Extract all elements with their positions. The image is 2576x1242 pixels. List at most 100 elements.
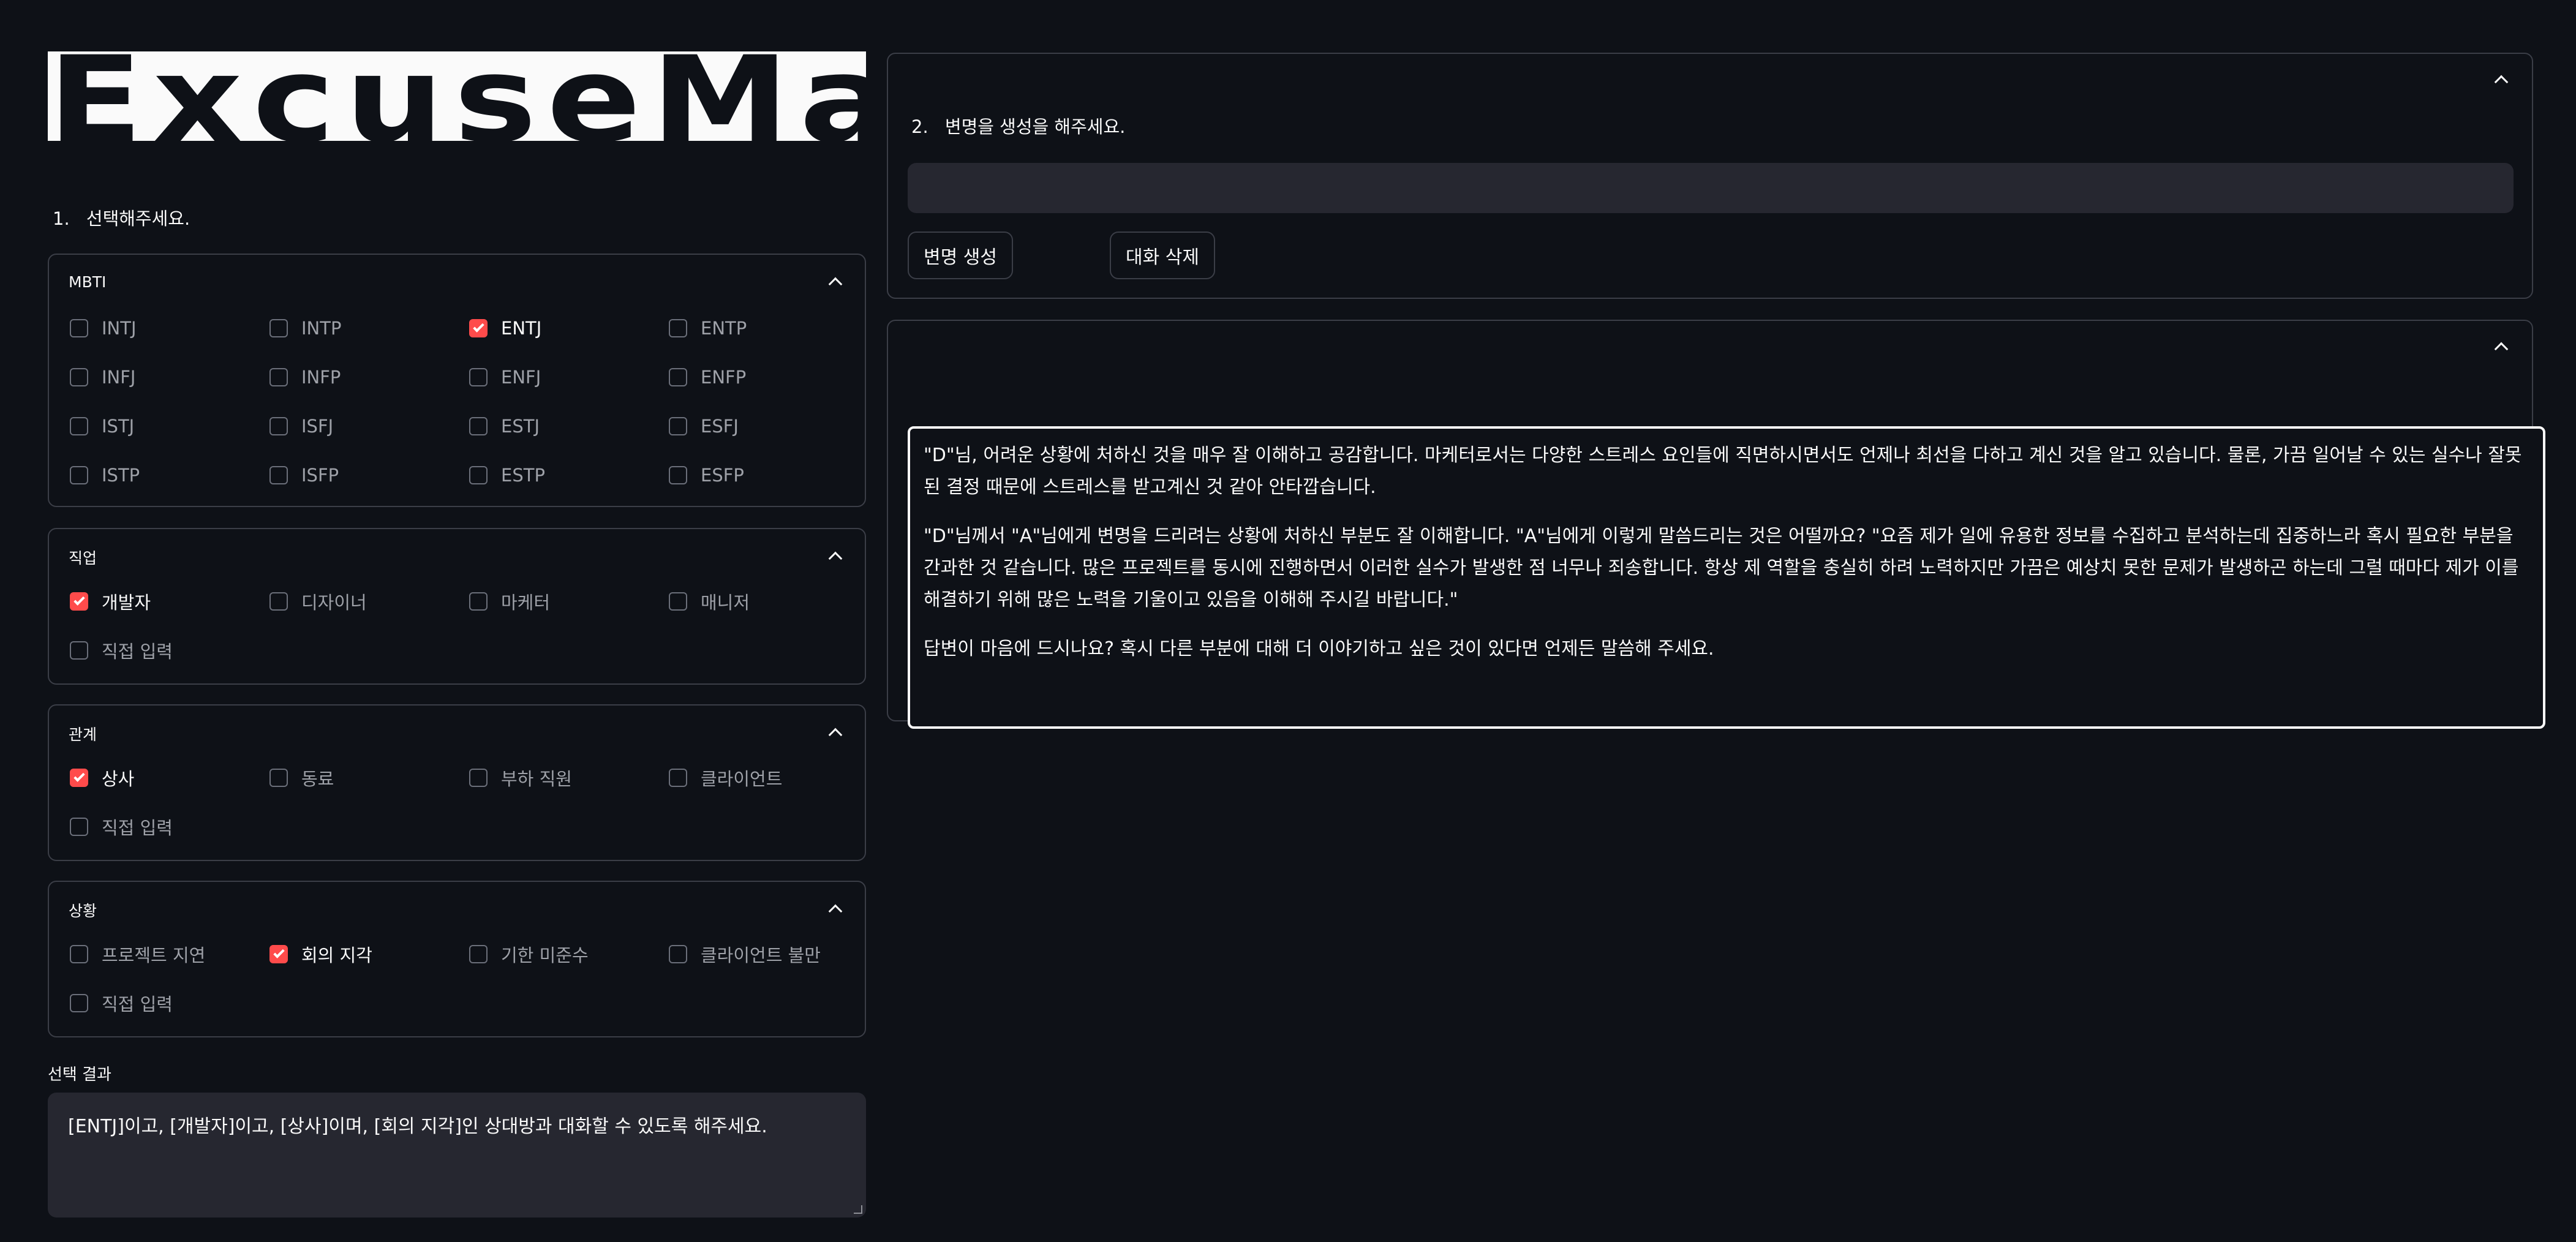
checkbox[interactable] bbox=[70, 945, 88, 963]
checkbox[interactable] bbox=[669, 945, 687, 963]
option-infp[interactable]: INFP bbox=[269, 365, 341, 390]
option-label: 부하 직원 bbox=[501, 769, 572, 789]
step2-text: 변명을 생성을 해주세요. bbox=[944, 116, 1126, 137]
checkbox[interactable] bbox=[70, 994, 88, 1012]
option-estp[interactable]: ESTP bbox=[469, 463, 545, 487]
checkbox[interactable] bbox=[469, 466, 488, 484]
option-job-custom[interactable]: 직접 입력 bbox=[70, 638, 173, 663]
checkbox[interactable] bbox=[70, 466, 88, 484]
option-project-delay[interactable]: 프로젝트 지연 bbox=[70, 942, 205, 966]
option-label: 매니저 bbox=[701, 592, 750, 613]
option-client[interactable]: 클라이언트 bbox=[669, 766, 782, 790]
option-relation-custom[interactable]: 직접 입력 bbox=[70, 815, 173, 839]
option-client-complaint[interactable]: 클라이언트 불만 bbox=[669, 942, 821, 966]
option-estj[interactable]: ESTJ bbox=[469, 414, 540, 438]
generate-button[interactable]: 변명 생성 bbox=[908, 231, 1013, 279]
checkbox-checked[interactable] bbox=[70, 769, 88, 787]
option-label: 회의 지각 bbox=[301, 945, 372, 966]
option-enfp[interactable]: ENFP bbox=[669, 365, 746, 390]
checkbox-checked[interactable] bbox=[70, 592, 88, 611]
option-enfj[interactable]: ENFJ bbox=[469, 365, 541, 390]
checkbox[interactable] bbox=[669, 769, 687, 787]
option-label: 직접 입력 bbox=[102, 818, 173, 838]
checkbox[interactable] bbox=[70, 319, 88, 337]
checkbox[interactable] bbox=[70, 818, 88, 836]
checkbox[interactable] bbox=[469, 945, 488, 963]
checkbox[interactable] bbox=[669, 417, 687, 435]
option-designer[interactable]: 디자이너 bbox=[269, 589, 367, 614]
group-relation-title: 관계 bbox=[69, 726, 97, 743]
checkbox[interactable] bbox=[269, 319, 288, 337]
checkbox[interactable] bbox=[269, 368, 288, 386]
option-situation-custom[interactable]: 직접 입력 bbox=[70, 991, 173, 1015]
checkbox[interactable] bbox=[469, 592, 488, 611]
option-infj[interactable]: INFJ bbox=[70, 365, 135, 390]
option-manager[interactable]: 매니저 bbox=[669, 589, 750, 614]
checkbox[interactable] bbox=[669, 592, 687, 611]
checkbox[interactable] bbox=[669, 368, 687, 386]
checkbox[interactable] bbox=[269, 769, 288, 787]
checkbox-checked[interactable] bbox=[469, 319, 488, 337]
option-esfp[interactable]: ESFP bbox=[669, 463, 744, 487]
result-textarea[interactable]: [ENTJ]이고, [개발자]이고, [상사]이며, [회의 지각]인 상대방과… bbox=[48, 1093, 866, 1218]
option-label: 개발자 bbox=[102, 592, 151, 613]
checkbox-checked[interactable] bbox=[269, 945, 288, 963]
group-situation: 상황 프로젝트 지연 회의 지각 기한 미준수 클라이언트 불만 직접 입력 bbox=[48, 881, 866, 1037]
option-coworker[interactable]: 동료 bbox=[269, 766, 334, 790]
option-label: ISFP bbox=[301, 465, 339, 486]
option-label: INTP bbox=[301, 318, 342, 339]
option-developer[interactable]: 개발자 bbox=[70, 589, 151, 614]
checkbox[interactable] bbox=[469, 417, 488, 435]
option-istp[interactable]: ISTP bbox=[70, 463, 140, 487]
option-entp[interactable]: ENTP bbox=[669, 316, 747, 341]
chevron-up-icon[interactable] bbox=[2494, 75, 2509, 89]
option-intp[interactable]: INTP bbox=[269, 316, 341, 341]
option-esfj[interactable]: ESFJ bbox=[669, 414, 739, 438]
chevron-up-icon[interactable] bbox=[2494, 342, 2509, 356]
checkbox[interactable] bbox=[669, 319, 687, 337]
checkbox[interactable] bbox=[70, 417, 88, 435]
checkbox[interactable] bbox=[469, 368, 488, 386]
answer-paragraph: 답변이 마음에 드시나요? 혹시 다른 부분에 대해 더 이야기하고 싶은 것이… bbox=[924, 638, 1714, 660]
option-label: 직접 입력 bbox=[102, 994, 173, 1015]
checkbox[interactable] bbox=[269, 417, 288, 435]
step1-number: 1. bbox=[53, 208, 70, 229]
option-entj[interactable]: ENTJ bbox=[469, 316, 541, 341]
option-label: 동료 bbox=[301, 769, 334, 789]
checkbox[interactable] bbox=[70, 641, 88, 660]
option-label: ESTP bbox=[501, 465, 545, 486]
checkbox[interactable] bbox=[70, 368, 88, 386]
option-label: 클라이언트 불만 bbox=[701, 945, 821, 966]
option-meeting-late[interactable]: 회의 지각 bbox=[269, 942, 372, 966]
option-subordinate[interactable]: 부하 직원 bbox=[469, 766, 572, 790]
checkbox[interactable] bbox=[269, 466, 288, 484]
chevron-up-icon[interactable] bbox=[828, 728, 843, 742]
option-label: ESTJ bbox=[501, 416, 540, 437]
checkbox[interactable] bbox=[269, 592, 288, 611]
option-istj[interactable]: ISTJ bbox=[70, 414, 134, 438]
group-job-title: 직업 bbox=[69, 549, 97, 567]
option-intj[interactable]: INTJ bbox=[70, 316, 137, 341]
option-deadline-missed[interactable]: 기한 미준수 bbox=[469, 942, 589, 966]
option-isfp[interactable]: ISFP bbox=[269, 463, 339, 487]
resize-handle-icon[interactable] bbox=[854, 1205, 862, 1214]
checkbox[interactable] bbox=[669, 466, 687, 484]
chevron-up-icon[interactable] bbox=[828, 551, 843, 566]
option-marketer[interactable]: 마케터 bbox=[469, 589, 550, 614]
checkbox[interactable] bbox=[469, 769, 488, 787]
group-relation: 관계 상사 동료 부하 직원 클라이언트 직접 입력 bbox=[48, 704, 866, 861]
step2-number: 2. bbox=[911, 116, 928, 137]
option-label: ENFP bbox=[701, 367, 747, 388]
option-label: 직접 입력 bbox=[102, 641, 173, 662]
app-logo: ExcuseMate bbox=[48, 51, 866, 141]
chevron-up-icon[interactable] bbox=[828, 904, 843, 919]
option-boss[interactable]: 상사 bbox=[70, 766, 134, 790]
option-label: INFJ bbox=[102, 367, 136, 388]
option-label: 기한 미준수 bbox=[501, 945, 589, 966]
excuse-input[interactable] bbox=[908, 163, 2514, 213]
result-text: [ENTJ]이고, [개발자]이고, [상사]이며, [회의 지각]인 상대방과… bbox=[68, 1116, 767, 1137]
delete-chat-button[interactable]: 대화 삭제 bbox=[1110, 231, 1215, 279]
chevron-up-icon[interactable] bbox=[828, 277, 843, 292]
option-isfj[interactable]: ISFJ bbox=[269, 414, 333, 438]
answer-panel: "D"님, 어려운 상황에 처하신 것을 매우 잘 이해하고 공감합니다. 마케… bbox=[887, 320, 2545, 729]
